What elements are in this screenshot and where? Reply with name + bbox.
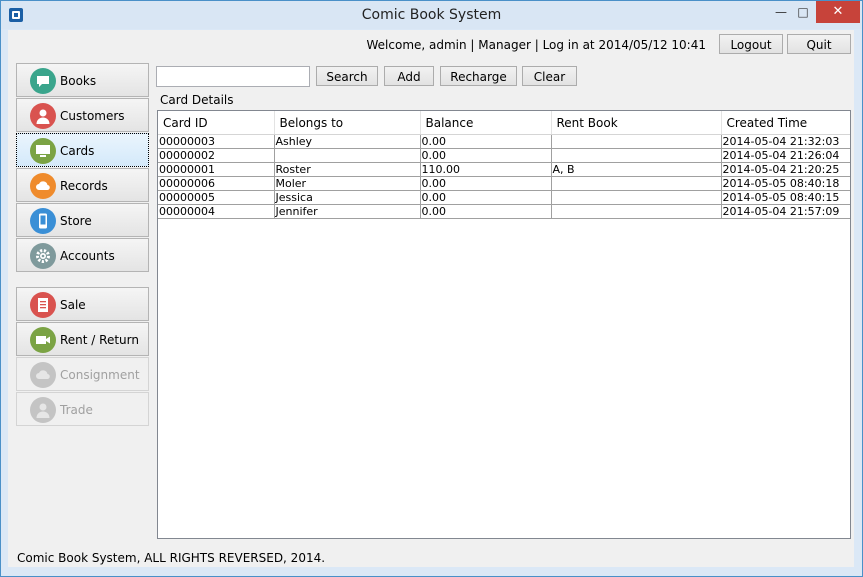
nav-label: Customers bbox=[60, 109, 125, 123]
table-row[interactable]: 00000004 Jennifer 0.00 2014-05-04 21:57:… bbox=[158, 204, 850, 219]
nav-label: Rent / Return bbox=[60, 333, 139, 347]
column-header[interactable]: Belongs to bbox=[274, 111, 421, 135]
table-cell: 00000004 bbox=[158, 204, 275, 219]
table-cell: 00000003 bbox=[158, 134, 275, 149]
column-header[interactable]: Card ID bbox=[158, 111, 275, 135]
user-icon bbox=[30, 103, 56, 129]
table-row[interactable]: 00000001 Roster 110.00 A, B 2014-05-04 2… bbox=[158, 162, 850, 177]
chat-bubble-icon bbox=[30, 68, 56, 94]
gear-icon bbox=[30, 243, 56, 269]
nav-label: Accounts bbox=[60, 249, 115, 263]
table-cell: 110.00 bbox=[420, 162, 552, 177]
nav-label: Sale bbox=[60, 298, 86, 312]
camera-icon bbox=[30, 327, 56, 353]
table-cell bbox=[274, 148, 421, 163]
maximize-icon[interactable]: □ bbox=[792, 1, 814, 23]
phone-icon bbox=[30, 208, 56, 234]
table-cell: 2014-05-04 21:32:03 bbox=[721, 134, 850, 149]
table-cell bbox=[551, 134, 722, 149]
cloud-icon bbox=[30, 362, 56, 388]
nav-trade-button: Trade bbox=[16, 392, 149, 426]
nav-label: Store bbox=[60, 214, 92, 228]
recharge-button[interactable]: Recharge bbox=[440, 66, 517, 86]
minimize-icon[interactable]: — bbox=[770, 1, 792, 23]
title-bar: Comic Book System — □ ✕ bbox=[1, 1, 862, 29]
logout-button[interactable]: Logout bbox=[719, 34, 783, 54]
table-cell: A, B bbox=[551, 162, 722, 177]
table-cell: 0.00 bbox=[420, 190, 552, 205]
nav-label: Cards bbox=[60, 144, 95, 158]
card-details-label: Card Details bbox=[160, 93, 234, 107]
search-button[interactable]: Search bbox=[316, 66, 378, 86]
table-cell: 00000001 bbox=[158, 162, 275, 177]
close-icon[interactable]: ✕ bbox=[816, 1, 860, 23]
table-cell: Jessica bbox=[274, 190, 421, 205]
table-row[interactable]: 00000002 0.00 2014-05-04 21:26:04 bbox=[158, 148, 850, 163]
table-cell: 0.00 bbox=[420, 204, 552, 219]
clear-button[interactable]: Clear bbox=[522, 66, 577, 86]
nav-store-button[interactable]: Store bbox=[16, 203, 149, 237]
table-cell bbox=[551, 148, 722, 163]
table-cell bbox=[551, 190, 722, 205]
nav-consignment-button: Consignment bbox=[16, 357, 149, 391]
column-header[interactable]: Balance bbox=[420, 111, 552, 135]
nav-label: Records bbox=[60, 179, 108, 193]
column-header[interactable]: Rent Book bbox=[551, 111, 722, 135]
table-cell: 00000005 bbox=[158, 190, 275, 205]
add-button[interactable]: Add bbox=[384, 66, 434, 86]
user-icon bbox=[30, 397, 56, 423]
welcome-text: Welcome, admin | Manager | Log in at 201… bbox=[366, 38, 707, 52]
table-cell: 0.00 bbox=[420, 148, 552, 163]
nav-customers-button[interactable]: Customers bbox=[16, 98, 149, 132]
table-cell: Roster bbox=[274, 162, 421, 177]
window-title: Comic Book System bbox=[361, 7, 502, 23]
search-input[interactable] bbox=[156, 66, 310, 87]
table-cell: 00000006 bbox=[158, 176, 275, 191]
table-cell: 2014-05-05 08:40:15 bbox=[721, 190, 850, 205]
app-window: Comic Book System — □ ✕ Welcome, admin |… bbox=[0, 0, 863, 577]
table-cell: Moler bbox=[274, 176, 421, 191]
table-row[interactable]: 00000005 Jessica 0.00 2014-05-05 08:40:1… bbox=[158, 190, 850, 205]
table-header-row: Card ID Belongs to Balance Rent Book Cre… bbox=[158, 111, 850, 135]
nav-rent-return-button[interactable]: Rent / Return bbox=[16, 322, 149, 356]
column-header[interactable]: Created Time bbox=[721, 111, 850, 135]
table-cell bbox=[551, 176, 722, 191]
table-cell: 0.00 bbox=[420, 134, 552, 149]
cloud-icon bbox=[30, 173, 56, 199]
table-cell: 2014-05-04 21:20:25 bbox=[721, 162, 850, 177]
monitor-icon bbox=[30, 138, 56, 164]
nav-sale-button[interactable]: Sale bbox=[16, 287, 149, 321]
nav-label: Trade bbox=[60, 403, 93, 417]
nav-label: Consignment bbox=[60, 368, 140, 382]
card-details-table[interactable]: Card ID Belongs to Balance Rent Book Cre… bbox=[157, 110, 851, 539]
quit-button[interactable]: Quit bbox=[787, 34, 851, 54]
table-cell: 00000002 bbox=[158, 148, 275, 163]
table-cell: Jennifer bbox=[274, 204, 421, 219]
nav-accounts-button[interactable]: Accounts bbox=[16, 238, 149, 272]
table-cell: Ashley bbox=[274, 134, 421, 149]
nav-records-button[interactable]: Records bbox=[16, 168, 149, 202]
document-icon bbox=[30, 292, 56, 318]
table-row[interactable]: 00000003 Ashley 0.00 2014-05-04 21:32:03 bbox=[158, 134, 850, 149]
table-cell: 0.00 bbox=[420, 176, 552, 191]
nav-books-button[interactable]: Books bbox=[16, 63, 149, 97]
nav-cards-button[interactable]: Cards bbox=[16, 133, 149, 167]
table-cell: 2014-05-04 21:57:09 bbox=[721, 204, 850, 219]
client-area: Welcome, admin | Manager | Log in at 201… bbox=[8, 30, 854, 567]
table-cell bbox=[551, 204, 722, 219]
footer-text: Comic Book System, ALL RIGHTS REVERSED, … bbox=[17, 551, 326, 565]
nav-label: Books bbox=[60, 74, 97, 88]
table-row[interactable]: 00000006 Moler 0.00 2014-05-05 08:40:18 bbox=[158, 176, 850, 191]
table-cell: 2014-05-05 08:40:18 bbox=[721, 176, 850, 191]
table-cell: 2014-05-04 21:26:04 bbox=[721, 148, 850, 163]
